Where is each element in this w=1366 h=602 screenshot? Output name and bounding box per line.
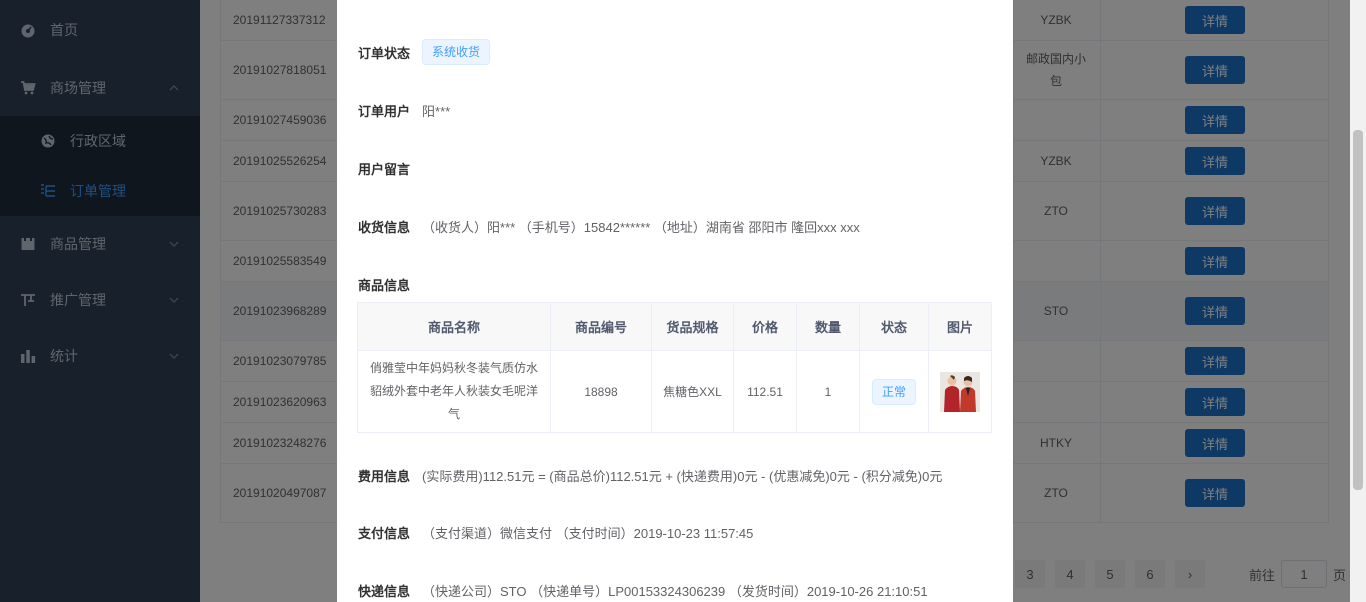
column-header: 货品规格 — [651, 302, 734, 351]
status-badge: 系统收货 — [422, 39, 491, 65]
receiver-row: 收货信息 （收货人）阳*** （手机号）15842****** （地址）湖南省 … — [358, 217, 860, 236]
shipping-value: （快递公司）STO （快递单号）LP00153324306239 （发货时间）2… — [422, 584, 928, 599]
user-message-label: 用户留言 — [358, 162, 411, 177]
column-header: 价格 — [733, 302, 797, 351]
goods-name-cell: 俏雅莹中年妈妈秋冬装气质仿水貂绒外套中老年人秋装女毛呢洋气 — [357, 350, 551, 433]
scrollbar-thumb[interactable] — [1353, 130, 1363, 490]
fee-value: (实际费用)112.51元 = (商品总价)112.51元 + (快递费用)0元… — [422, 469, 943, 484]
order-user-row: 订单用户 阳*** — [358, 101, 450, 120]
payment-label: 支付信息 — [358, 526, 411, 541]
payment-value: （支付渠道）微信支付 （支付时间）2019-10-23 11:57:45 — [422, 526, 754, 541]
receiver-value: （收货人）阳*** （手机号）15842****** （地址）湖南省 邵阳市 隆… — [422, 220, 860, 235]
column-header: 商品名称 — [357, 302, 551, 351]
fee-row: 费用信息 (实际费用)112.51元 = (商品总价)112.51元 + (快递… — [358, 466, 942, 485]
page-scrollbar[interactable] — [1350, 0, 1366, 602]
shipping-label: 快递信息 — [358, 584, 411, 599]
user-message-row: 用户留言 — [358, 159, 422, 178]
goods-table-header: 商品名称 商品编号 货品规格 价格 数量 状态 图片 — [357, 302, 992, 351]
order-status-label: 订单状态 — [358, 45, 411, 61]
table-row: 俏雅莹中年妈妈秋冬装气质仿水貂绒外套中老年人秋装女毛呢洋气 18898 焦糖色X… — [357, 350, 992, 433]
goods-info-label: 商品信息 — [358, 278, 411, 293]
order-detail-dialog: 订单状态 系统收货 订单用户 阳*** 用户留言 收货信息 （收货人）阳*** … — [337, 0, 1013, 602]
shipping-row: 快递信息 （快递公司）STO （快递单号）LP00153324306239 （发… — [358, 581, 928, 600]
column-header: 状态 — [859, 302, 929, 351]
column-header: 图片 — [928, 302, 992, 351]
product-image[interactable] — [940, 371, 980, 412]
order-status-row: 订单状态 系统收货 — [358, 39, 491, 65]
goods-quantity: 1 — [796, 350, 860, 433]
column-header: 数量 — [796, 302, 860, 351]
goods-name: 俏雅莹中年妈妈秋冬装气质仿水貂绒外套中老年人秋装女毛呢洋气 — [369, 361, 538, 421]
goods-info-row: 商品信息 — [358, 275, 422, 294]
receiver-label: 收货信息 — [358, 220, 411, 235]
goods-image-cell — [928, 350, 992, 433]
goods-sn: 18898 — [550, 350, 652, 433]
goods-status-badge: 正常 — [871, 378, 916, 405]
goods-status-cell: 正常 — [859, 350, 929, 433]
fee-label: 费用信息 — [358, 469, 411, 484]
order-user-value: 阳*** — [422, 104, 451, 119]
goods-spec: 焦糖色XXL — [651, 350, 734, 433]
order-user-label: 订单用户 — [358, 104, 411, 119]
goods-price: 112.51 — [733, 350, 797, 433]
goods-table: 商品名称 商品编号 货品规格 价格 数量 状态 图片 俏雅莹中年妈妈秋冬装气质仿… — [357, 302, 992, 433]
column-header: 商品编号 — [550, 302, 652, 351]
payment-row: 支付信息 （支付渠道）微信支付 （支付时间）2019-10-23 11:57:4… — [358, 523, 753, 542]
